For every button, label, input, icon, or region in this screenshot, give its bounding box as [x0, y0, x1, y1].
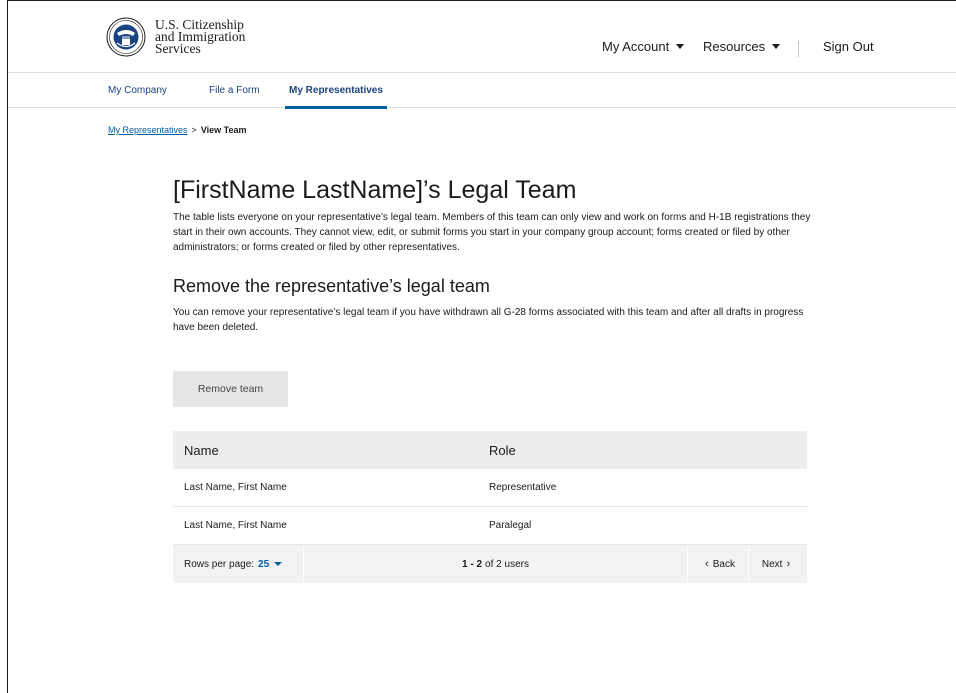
remove-team-button[interactable]: Remove team: [173, 371, 288, 407]
team-description: The table lists everyone on your represe…: [173, 212, 811, 253]
sign-out-link[interactable]: Sign Out: [823, 39, 874, 54]
legal-team-table: Name Role Last Name, First Name Represen…: [173, 431, 807, 583]
pagination-range: 1 - 2: [462, 558, 483, 570]
nav-divider: [798, 41, 799, 57]
chevron-right-icon: ›: [786, 558, 791, 570]
column-header-name: Name: [184, 442, 219, 458]
remove-team-description: You can remove your representative’s leg…: [173, 307, 804, 333]
next-label: Next: [761, 558, 783, 570]
rows-per-page-label: Rows per page:: [184, 558, 255, 570]
table-header: Name Role: [173, 431, 807, 469]
caret-down-icon: [274, 562, 283, 566]
next-button[interactable]: Next ›: [748, 545, 807, 583]
back-label: Back: [712, 558, 735, 570]
pagination-count: 1 - 2 of 2 users: [304, 545, 687, 583]
resources-label: Resources: [703, 39, 766, 54]
sub-nav: My Company File a Form My Representative…: [8, 73, 956, 109]
rows-per-page: Rows per page: 25: [173, 545, 304, 583]
breadcrumb-separator: >: [191, 125, 197, 135]
caret-down-icon: [772, 44, 781, 49]
rows-per-page-select[interactable]: 25: [258, 558, 283, 570]
my-account-label: My Account: [602, 39, 670, 54]
chevron-left-icon: ‹: [705, 558, 709, 570]
column-header-role: Role: [489, 442, 516, 458]
table-row: Last Name, First Name Paralegal: [173, 507, 807, 545]
tab-my-company[interactable]: My Company: [108, 73, 167, 108]
tab-my-representatives[interactable]: My Representatives: [285, 73, 387, 109]
row-name: Last Name, First Name: [184, 520, 287, 531]
tab-file-a-form[interactable]: File a Form: [209, 73, 260, 108]
rows-per-page-value: 25: [258, 558, 270, 570]
page-frame: U.S. Citizenship and Immigration Service…: [7, 0, 956, 693]
table-row: Last Name, First Name Representative: [173, 469, 807, 507]
my-account-menu[interactable]: My Account: [602, 39, 685, 54]
site-header: U.S. Citizenship and Immigration Service…: [8, 1, 956, 73]
top-nav: My Account Resources Sign Out: [8, 39, 956, 59]
row-role: Representative: [489, 482, 557, 493]
caret-down-icon: [676, 44, 685, 49]
breadcrumb-my-representatives-link[interactable]: My Representatives: [108, 125, 188, 135]
row-name: Last Name, First Name: [184, 482, 287, 493]
main-content: [FirstName LastName]’s Legal Team The ta…: [173, 173, 813, 335]
back-button[interactable]: ‹ Back: [687, 545, 748, 583]
row-role: Paralegal: [489, 520, 532, 531]
pagination-total: of 2 users: [485, 558, 529, 570]
remove-team-heading: Remove the representative’s legal team: [173, 276, 490, 296]
page-title: [FirstName LastName]’s Legal Team: [173, 176, 577, 204]
resources-menu[interactable]: Resources: [703, 39, 781, 54]
breadcrumb-current: View Team: [200, 125, 247, 135]
breadcrumb: My Representatives > View Team: [108, 125, 247, 135]
pagination-bar: Rows per page: 25 1 - 2 of 2 users ‹ Bac…: [173, 545, 807, 583]
